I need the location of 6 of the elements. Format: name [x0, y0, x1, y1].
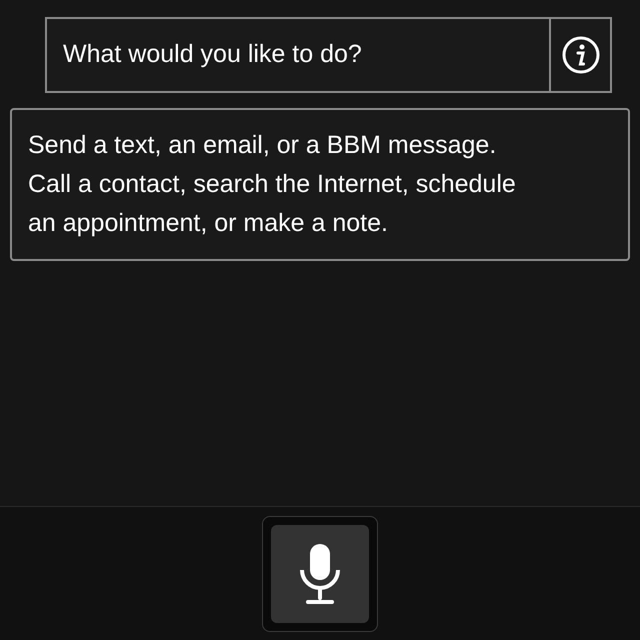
microphone-button[interactable] — [262, 516, 378, 632]
hint-text: Send a text, an email, or a BBM message. — [28, 130, 498, 161]
hint-text: an appointment, or make a note. — [28, 208, 389, 239]
hint-text: Call a contact, search the Internet, schedule — [28, 169, 517, 200]
prompt-text: What would you like to do? — [62, 39, 363, 70]
info-icon — [560, 35, 600, 75]
